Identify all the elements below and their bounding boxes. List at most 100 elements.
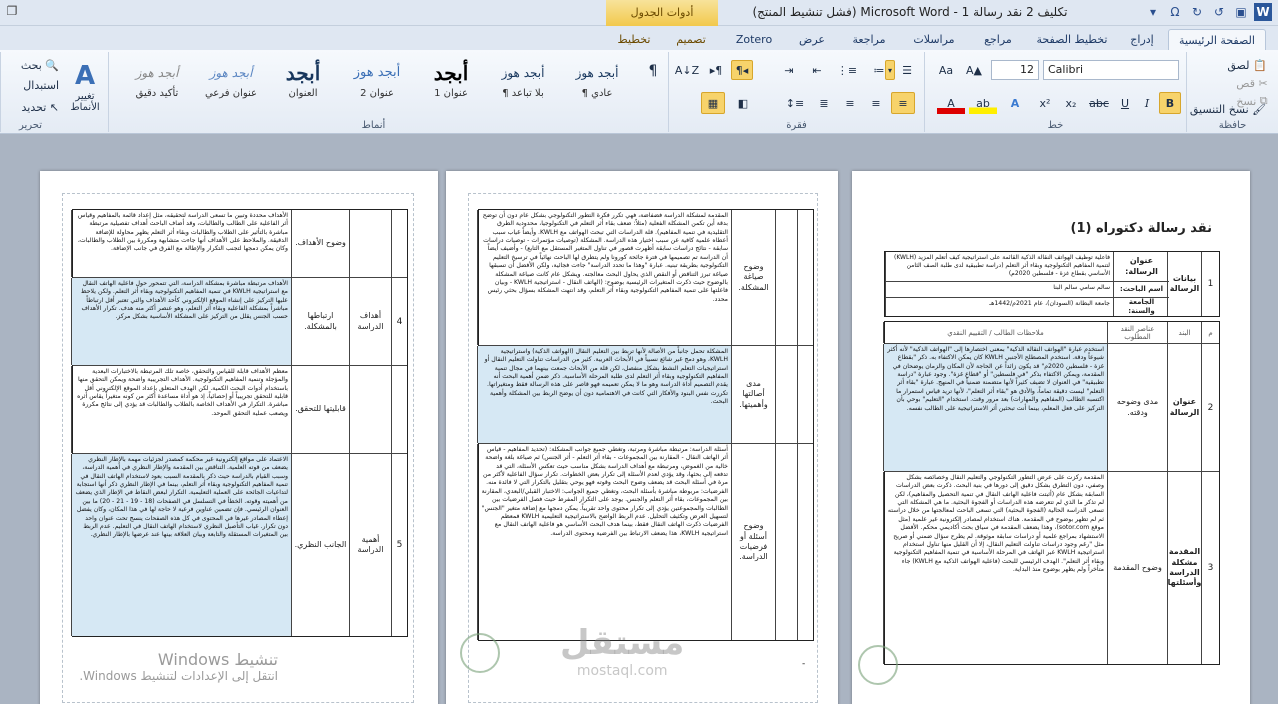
brush-icon: 🖌 <box>1252 102 1267 116</box>
problem-row-questions: وضوح أسئلة أو فرضيات الدراسة. أسئلة الدر… <box>477 444 813 640</box>
style-heading-2[interactable]: أبجد هوز عنوان 2 <box>339 58 415 110</box>
info-table: 1 بيانات الرسالة عنوان الرسالة: فاعلية ت… <box>884 251 1220 317</box>
italic-icon[interactable]: I <box>1137 92 1157 114</box>
problem-table: وضوح صياغة المشكلة. المقدمة لمشكلة الدرا… <box>477 209 814 641</box>
page-3[interactable]: وضوح الأهداف. الأهداف محددة وتبين ما تسع… <box>40 171 438 704</box>
mostaql-watermark: مستقل mostaql.com <box>560 623 685 679</box>
tab-page-layout[interactable]: تخطيط الصفحة <box>1030 29 1114 50</box>
styles-group-label: أنماط <box>361 120 386 131</box>
clipboard-group: لصق 📋 قص ✂ نسخ ⧉ نسخ التنسيق 🖌 حافظة <box>1186 52 1278 132</box>
window-controls: ❐ <box>4 3 20 19</box>
tab-zotero[interactable]: Zotero <box>728 29 780 50</box>
ltr-direction-icon[interactable]: ▸¶ <box>705 60 727 80</box>
page-2-seal-logo <box>460 633 500 673</box>
tab-home[interactable]: الصفحة الرئيسية <box>1168 29 1266 50</box>
importance-row-theory: 5 أهمية الدراسة الجانب النظري. الاعتماد … <box>71 454 407 636</box>
problem-row-clarity: وضوح صياغة المشكلة. المقدمة لمشكلة الدرا… <box>477 210 813 346</box>
objectives-table: وضوح الأهداف. الأهداف محددة وتبين ما تسع… <box>71 209 408 637</box>
styles-group: أبجد هوز ¶ عادي أبجد هوز ¶ بلا تباعد أبج… <box>108 52 638 132</box>
change-case-icon[interactable]: Aa <box>933 60 959 80</box>
underline-icon[interactable]: U <box>1115 92 1135 114</box>
justify-icon[interactable]: ≣ <box>813 92 835 114</box>
tab-view[interactable]: عرض <box>790 29 834 50</box>
undo-icon[interactable]: ↺ <box>1210 3 1228 21</box>
editing-group-label: تحرير <box>18 120 43 131</box>
numbering-dropdown-icon[interactable]: ▾ <box>885 60 895 80</box>
style-normal[interactable]: أبجد هوز ¶ عادي <box>559 58 635 110</box>
paste-icon: 📋 <box>1252 58 1267 72</box>
restore-icon[interactable]: ❐ <box>4 3 20 19</box>
text-effects-icon[interactable]: A <box>1001 92 1029 114</box>
page-2-footer-mark: - <box>802 659 806 669</box>
quick-access-toolbar: ▾ Ω ↻ ↺ ▣ W <box>1144 3 1272 21</box>
tab-mailings[interactable]: مراسلات <box>902 29 966 50</box>
problem-row-originality: مدى أصالتها وأهميتها. المشكلة تحمل جانبا… <box>477 346 813 444</box>
highlight-icon[interactable]: ab <box>969 92 997 114</box>
change-styles-button[interactable]: A تغيير الأنماط <box>62 54 108 120</box>
style-subtle-emphasis[interactable]: أبجد هوز تأكيد دقيق <box>119 58 195 110</box>
qat-dropdown-icon[interactable]: ▾ <box>1144 3 1162 21</box>
bullets-icon[interactable]: ☰ <box>895 60 919 80</box>
paragraph-group-label: فقرة <box>786 120 807 131</box>
align-right-icon[interactable]: ≡ <box>891 92 915 114</box>
increase-indent-icon[interactable]: ⇥ <box>777 60 801 80</box>
show-marks-icon[interactable]: ¶ <box>640 60 666 82</box>
style-subtitle[interactable]: أبجد هوز عنوان فرعي <box>193 58 269 110</box>
style-no-spacing[interactable]: أبجد هوز ¶ بلا تباعد <box>485 58 561 110</box>
tab-references[interactable]: مراجع <box>972 29 1024 50</box>
info-field-university: الجامعة والسنة: جامعة البطانة (السودان)،… <box>885 298 1169 316</box>
paragraph-group: ☰ ≔ ▾ ⋮≡ ⇤ ⇥ ¶◂ ▸¶ A↓Z ≡ ≡ ≡ ≣ ↕≡ ◧ ▦ فق… <box>668 52 924 132</box>
font-color-icon[interactable]: A <box>937 92 965 114</box>
info-field-title: عنوان الرسالة: فاعلية توظيف الهواتف النق… <box>885 252 1169 282</box>
replace-button[interactable]: استبدال <box>3 76 59 94</box>
find-button[interactable]: بحث 🔍 <box>3 56 59 74</box>
grow-font-icon[interactable]: A▲ <box>961 60 987 80</box>
redo-icon[interactable]: ↻ <box>1188 3 1206 21</box>
ribbon: لصق 📋 قص ✂ نسخ ⧉ نسخ التنسيق 🖌 حافظة Cal… <box>0 50 1278 134</box>
style-heading-1[interactable]: أبجد عنوان 1 <box>413 58 489 110</box>
paste-button[interactable]: لصق 📋 <box>1217 56 1277 74</box>
font-group-label: خط <box>1047 120 1064 131</box>
page-1-seal-logo <box>858 645 898 685</box>
cursor-icon: ↖ <box>49 100 59 114</box>
rtl-direction-icon[interactable]: ¶◂ <box>731 60 753 80</box>
info-fields: عنوان الرسالة: فاعلية توظيف الهواتف النق… <box>885 252 1169 316</box>
save-icon[interactable]: ▣ <box>1232 3 1250 21</box>
bold-icon[interactable]: B <box>1159 92 1181 114</box>
shading-icon[interactable]: ◧ <box>731 92 755 114</box>
windows-activation-notice: تنشيط Windows انتقل إلى الإعدادات لتنشيط… <box>79 650 278 683</box>
document-area[interactable]: نقد رسالة دكتوراه (1) 1 بيانات الرسالة ع… <box>0 135 1278 704</box>
align-left-icon[interactable]: ≡ <box>839 92 861 114</box>
borders-icon[interactable]: ▦ <box>701 92 725 114</box>
tab-review[interactable]: مراجعة <box>842 29 896 50</box>
strikethrough-icon[interactable]: abc <box>1085 92 1113 114</box>
tab-table-design[interactable]: تصميم <box>664 29 718 50</box>
superscript-icon[interactable]: x² <box>1033 92 1057 114</box>
font-size-combo[interactable]: 12 <box>991 60 1039 80</box>
find-icon: 🔍 <box>45 58 59 72</box>
align-center-icon[interactable]: ≡ <box>865 92 887 114</box>
evaluation-header-row: م البند عناصر النقد المطلوب ملاحظات الطا… <box>883 322 1219 344</box>
window-title: تكليف 2 نقد رسالة 1 - Microsoft Word (فش… <box>752 5 1068 19</box>
subscript-icon[interactable]: x₂ <box>1059 92 1083 114</box>
sort-icon[interactable]: A↓Z <box>675 60 699 80</box>
cut-button[interactable]: قص ✂ <box>1227 74 1277 92</box>
line-spacing-icon[interactable]: ↕≡ <box>781 92 809 114</box>
style-title[interactable]: أبجد العنوان <box>265 58 341 110</box>
change-styles-icon: A <box>74 61 96 91</box>
page-1[interactable]: نقد رسالة دكتوراه (1) 1 بيانات الرسالة ع… <box>852 171 1250 704</box>
tab-insert[interactable]: إدراج <box>1120 29 1164 50</box>
omega-icon[interactable]: Ω <box>1166 3 1184 21</box>
info-row-number: 1 <box>1201 252 1219 316</box>
tab-table-layout[interactable]: تخطيط <box>608 29 660 50</box>
title-bar: ❐ أدوات الجدول تكليف 2 نقد رسالة 1 - Mic… <box>0 0 1278 26</box>
select-button[interactable]: تحديد ↖ <box>3 98 60 116</box>
objectives-row-verifiability: قابليتها للتحقق. معظم الأهداف قابلة للقي… <box>71 366 407 454</box>
info-section-label: بيانات الرسالة <box>1167 252 1201 316</box>
objectives-row-relation: 4 أهداف الدراسة ارتباطها بالمشكلة. الأهد… <box>71 278 407 366</box>
evaluation-row-intro: 3 المقدمة مشكلة الدراسة وأسئلتها وضوح ال… <box>883 472 1219 664</box>
decrease-indent-icon[interactable]: ⇤ <box>805 60 829 80</box>
font-name-combo[interactable]: Calibri <box>1043 60 1179 80</box>
multilevel-list-icon[interactable]: ⋮≡ <box>835 60 859 80</box>
font-group: Calibri 12 A▲ Aa B I U abc x₂ x² A ab A … <box>924 52 1186 132</box>
